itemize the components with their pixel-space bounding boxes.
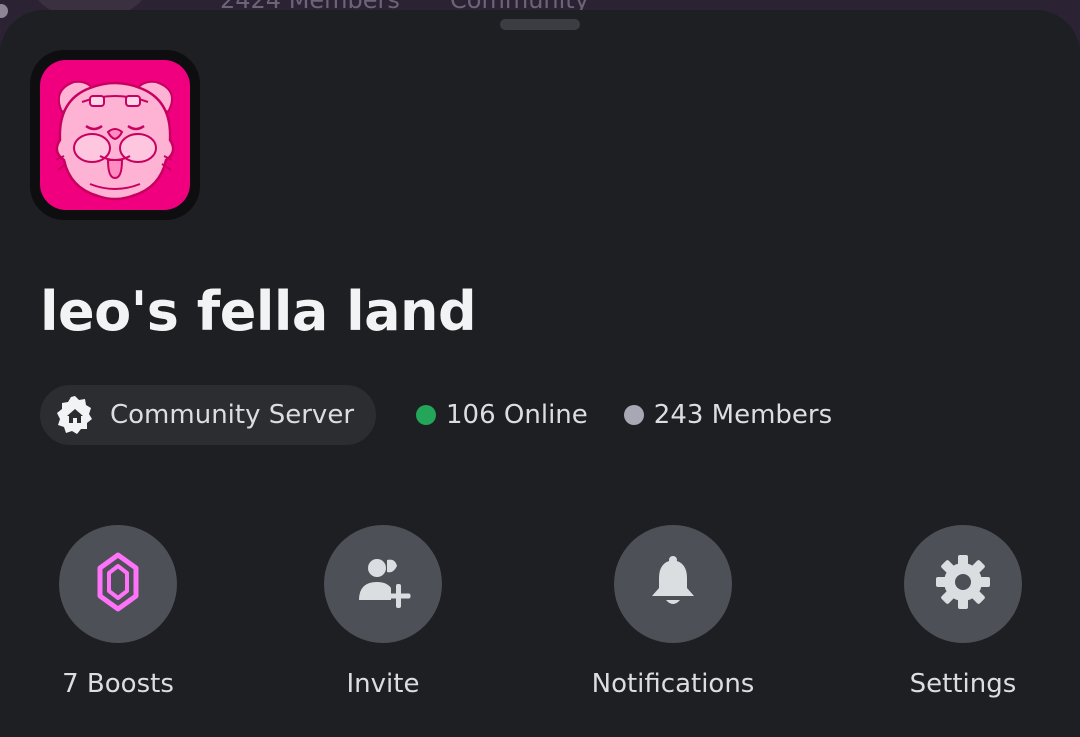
community-server-label: Community Server	[110, 400, 355, 430]
notifications-button[interactable]: Notifications	[553, 525, 793, 699]
sheet-drag-handle[interactable]	[500, 19, 580, 30]
online-count: 106 Online	[446, 400, 588, 430]
invite-button[interactable]: Invite	[263, 525, 503, 699]
settings-button[interactable]: Settings	[843, 525, 1080, 699]
members-dot-icon	[623, 405, 644, 425]
bell-icon	[648, 554, 698, 614]
gear-icon	[934, 553, 992, 615]
add-user-icon	[353, 554, 413, 614]
online-dot-icon	[416, 405, 437, 425]
members-stat: 243 Members	[623, 400, 833, 430]
boosts-label: 7 Boosts	[62, 669, 174, 699]
invite-button-circle[interactable]	[324, 525, 442, 643]
pink-dog-face-icon	[40, 60, 190, 210]
invite-label: Invite	[346, 669, 420, 699]
settings-label: Settings	[909, 669, 1017, 699]
notifications-button-circle[interactable]	[614, 525, 732, 643]
boost-gem-icon	[96, 552, 140, 616]
notifications-label: Notifications	[591, 669, 755, 699]
background-status-dot	[0, 4, 8, 18]
settings-button-circle[interactable]	[904, 525, 1022, 643]
community-server-badge[interactable]: Community Server	[40, 385, 377, 445]
server-name: leo's fella land	[40, 280, 477, 343]
boosts-button-circle[interactable]	[59, 525, 177, 643]
server-info-row: Community Server 106 Online 243 Members	[40, 385, 832, 445]
server-icon-frame	[30, 50, 200, 220]
boosts-button[interactable]: 7 Boosts	[0, 525, 238, 699]
members-count: 243 Members	[653, 400, 833, 430]
community-house-icon	[54, 394, 96, 436]
online-stat: 106 Online	[416, 400, 588, 430]
server-info-sheet: leo's fella land Community Server 106 On…	[0, 10, 1080, 737]
